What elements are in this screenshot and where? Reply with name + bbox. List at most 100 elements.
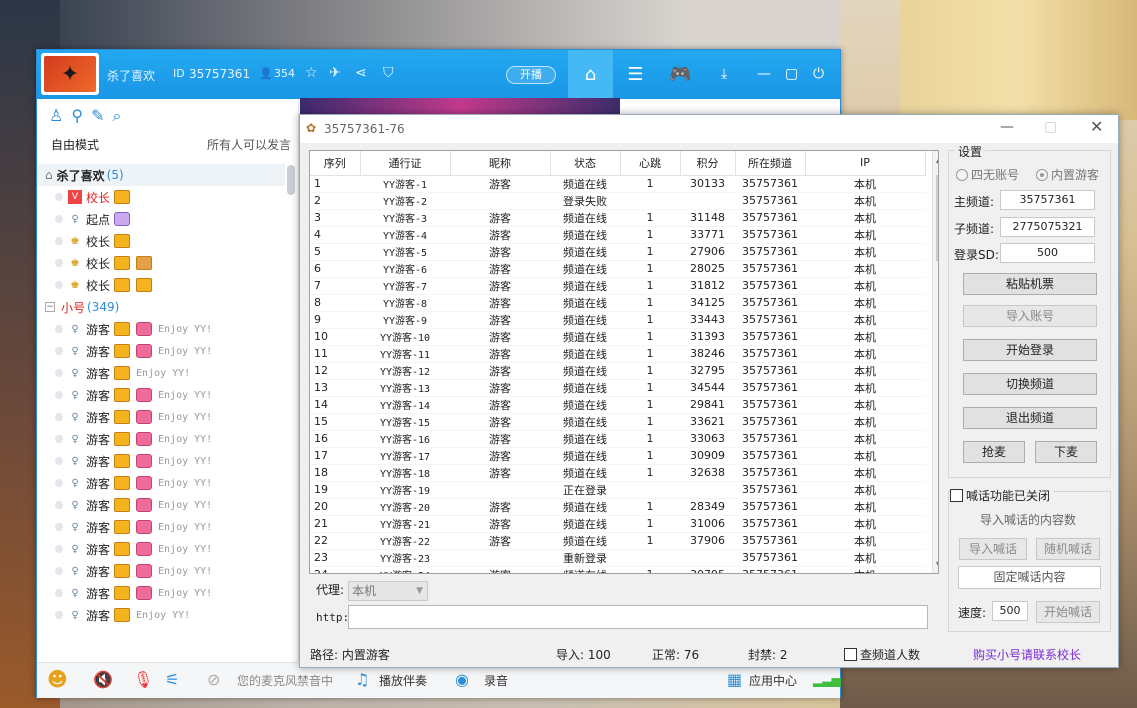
list-item[interactable]: ♚ 校长 (37, 274, 285, 296)
group-header[interactable]: − 小号 (349) (37, 296, 285, 318)
home-icon[interactable]: ⌂ (568, 50, 613, 99)
radio-button[interactable] (1036, 169, 1048, 181)
record-icon[interactable]: ◉ (455, 670, 469, 689)
play-accompaniment-button[interactable]: 播放伴奏 (379, 672, 427, 689)
http-input[interactable] (348, 605, 928, 629)
list-item[interactable]: ♀ 起点 (37, 208, 285, 230)
yy-bear-icon[interactable]: ☻ (47, 667, 68, 691)
drop-mic-button[interactable]: 下麦 (1035, 441, 1097, 463)
table-row[interactable]: 20 YY游客-20 游客 频道在线 1 28349 35757361 本机 (310, 498, 925, 516)
maximize-icon[interactable]: ▢ (785, 66, 798, 82)
search-icon[interactable]: ⌕ (112, 106, 121, 126)
table-row[interactable]: 11 YY游客-11 游客 频道在线 1 38246 35757361 本机 (310, 345, 925, 363)
list-item[interactable]: ♀ 游客 Enjoy YY! (37, 582, 285, 604)
fixed-shout-field[interactable]: 固定喊话内容 (958, 566, 1101, 589)
list-icon[interactable]: ☰ (613, 50, 658, 99)
record-button[interactable]: 录音 (484, 672, 508, 689)
table-row[interactable]: 19 YY游客-19 正在登录 35757361 本机 (310, 481, 925, 499)
power-icon[interactable]: ⏻ (813, 66, 824, 82)
gamepad-icon[interactable]: 🎮 (658, 50, 703, 99)
music-icon[interactable]: ♫ (355, 670, 369, 689)
list-item[interactable]: ♀ 游客 Enjoy YY! (37, 340, 285, 362)
column-header[interactable]: 心跳 (620, 151, 681, 176)
column-header[interactable]: 状态 (550, 151, 621, 176)
scroll-down-icon[interactable]: ▼ (936, 560, 938, 569)
table-row[interactable]: 23 YY游客-23 重新登录 35757361 本机 (310, 549, 925, 567)
list-item[interactable]: ♀ 游客 Enjoy YY! (37, 318, 285, 340)
table-row[interactable]: 4 YY游客-4 游客 频道在线 1 33771 35757361 本机 (310, 226, 925, 244)
start-login-button[interactable]: 开始登录 (963, 339, 1097, 361)
mic-mute-icon[interactable]: 🎙 (133, 670, 153, 689)
edit-icon[interactable]: ✎ (91, 106, 104, 126)
table-row[interactable]: 7 YY游客-7 游客 频道在线 1 31812 35757361 本机 (310, 277, 925, 295)
go-live-button[interactable]: 开播 (506, 66, 556, 84)
table-row[interactable]: 2 YY游客-2 登录失败 35757361 本机 (310, 192, 925, 210)
list-item[interactable]: ♀ 游客 Enjoy YY! (37, 560, 285, 582)
switch-channel-button[interactable]: 切换频道 (963, 373, 1097, 395)
table-row[interactable]: 24YY游客-24游客频道在线13079535757361本机 (310, 566, 925, 573)
table-row[interactable]: 6 YY游客-6 游客 频道在线 1 28025 35757361 本机 (310, 260, 925, 278)
speaker-mute-icon[interactable]: 🔇 (93, 670, 113, 689)
radio-button[interactable] (956, 169, 968, 181)
table-row[interactable]: 13 YY游客-13 游客 频道在线 1 34544 35757361 本机 (310, 379, 925, 397)
list-item[interactable]: ♀ 游客 Enjoy YY! (37, 406, 285, 428)
radio-no-account[interactable]: 四无账号 (956, 166, 1019, 183)
star-icon[interactable]: ☆ (305, 65, 318, 81)
table-row[interactable]: 12 YY游客-12 游客 频道在线 1 32795 35757361 本机 (310, 362, 925, 380)
list-item[interactable]: ♀ 游客 Enjoy YY! (37, 384, 285, 406)
close-icon[interactable]: ✕ (1090, 117, 1103, 136)
member-icon[interactable]: ♙ (49, 106, 63, 126)
table-row[interactable]: 1 YY游客-1 游客 频道在线 1 30133 35757361 本机 (310, 175, 925, 193)
table-row[interactable]: 8 YY游客-8 游客 频道在线 1 34125 35757361 本机 (310, 294, 925, 312)
plane-icon[interactable]: ✈ (329, 65, 341, 81)
column-header[interactable]: 积分 (680, 151, 736, 176)
channel-logo[interactable]: ✦ (41, 53, 99, 95)
list-item[interactable]: V 校长 (37, 186, 285, 208)
column-header[interactable]: 序列 (310, 151, 361, 176)
table-row[interactable]: 22 YY游客-22 游客 频道在线 1 37906 35757361 本机 (310, 532, 925, 550)
list-item[interactable]: ♚ 校长 (37, 230, 285, 252)
list-item[interactable]: ♀ 游客 Enjoy YY! (37, 428, 285, 450)
column-header[interactable]: 所在频道 (735, 151, 806, 176)
share-icon[interactable]: ⋖ (355, 65, 367, 81)
list-item[interactable]: ♀ 游客 Enjoy YY! (37, 538, 285, 560)
radio-builtin-guest[interactable]: 内置游客 (1036, 166, 1099, 183)
download-icon[interactable]: ⤓ (721, 66, 727, 82)
column-header[interactable]: 通行证 (360, 151, 451, 176)
grab-mic-button[interactable]: 抢麦 (963, 441, 1025, 463)
column-header[interactable]: 昵称 (450, 151, 551, 176)
buy-accounts-link[interactable]: 购买小号请联系校长 (973, 646, 1081, 663)
list-item[interactable]: ♀ 游客 Enjoy YY! (37, 472, 285, 494)
list-item[interactable]: ♀ 游客 Enjoy YY! (37, 494, 285, 516)
table-row[interactable]: 17 YY游客-17 游客 频道在线 1 30909 35757361 本机 (310, 447, 925, 465)
table-row[interactable]: 16 YY游客-16 游客 频道在线 1 33063 35757361 本机 (310, 430, 925, 448)
paste-ticket-button[interactable]: 粘贴机票 (963, 273, 1097, 295)
collapse-icon[interactable]: − (45, 302, 55, 312)
minimize-icon[interactable]: — (757, 66, 771, 82)
sub-channel-field[interactable]: 2775075321 (1000, 217, 1095, 237)
list-item[interactable]: ♀ 游客 Enjoy YY! (37, 516, 285, 538)
shout-toggle[interactable]: 喊话功能已关闭 (950, 487, 1054, 504)
location-icon[interactable]: ⚲ (71, 106, 83, 126)
sidebar-scrollbar[interactable] (287, 165, 295, 195)
app-grid-icon[interactable]: ▦ (727, 670, 742, 689)
checkbox[interactable] (844, 648, 857, 661)
column-header[interactable]: IP (805, 151, 926, 176)
list-item[interactable]: ♚ 校长 (37, 252, 285, 274)
scroll-thumb[interactable] (936, 175, 938, 261)
list-item[interactable]: ♀ 游客 Enjoy YY! (37, 604, 285, 626)
login-sd-field[interactable]: 500 (1000, 243, 1095, 263)
speed-field[interactable]: 500 (992, 601, 1028, 621)
table-row[interactable]: 21 YY游客-21 游客 频道在线 1 31006 35757361 本机 (310, 515, 925, 533)
main-channel-field[interactable]: 35757361 (1000, 190, 1095, 210)
proxy-select[interactable]: 本机 ▼ (348, 581, 428, 601)
checkbox[interactable] (950, 489, 963, 502)
exit-channel-button[interactable]: 退出频道 (963, 407, 1097, 429)
list-item[interactable]: ♀ 游客 Enjoy YY! (37, 362, 285, 384)
check-channel-count[interactable]: 查频道人数 (844, 646, 920, 663)
table-row[interactable]: 3 YY游客-3 游客 频道在线 1 31148 35757361 本机 (310, 209, 925, 227)
table-row[interactable]: 14 YY游客-14 游客 频道在线 1 29841 35757361 本机 (310, 396, 925, 414)
shield-icon[interactable]: ⛉ (383, 65, 394, 81)
table-row[interactable]: 10 YY游客-10 游客 频道在线 1 31393 35757361 本机 (310, 328, 925, 346)
table-row[interactable]: 18 YY游客-18 游客 频道在线 1 32638 35757361 本机 (310, 464, 925, 482)
